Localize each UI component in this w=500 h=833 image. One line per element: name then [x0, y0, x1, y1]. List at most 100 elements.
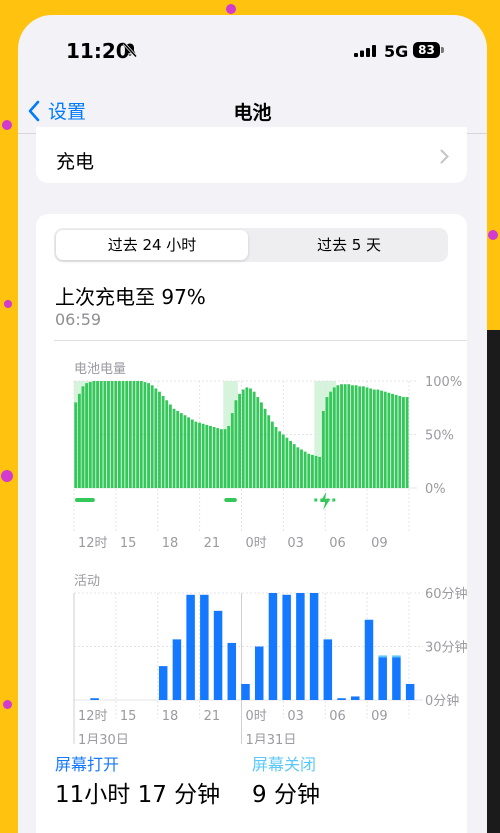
battery-level-bar	[249, 388, 252, 488]
battery-level-bar	[347, 384, 351, 488]
battery-level-bar	[380, 390, 384, 488]
screen-off-label: 屏幕关闭	[252, 755, 317, 774]
battery-x-tick-label: 06	[329, 536, 346, 551]
battery-level-bar	[143, 382, 147, 488]
battery-level-bar	[354, 385, 358, 488]
battery-level-bar	[321, 410, 325, 488]
battery-level-bar	[201, 423, 205, 488]
battery-level-bar	[289, 440, 292, 488]
battery-level-bar	[260, 402, 263, 488]
activity-y-tick-label: 0分钟	[425, 693, 459, 709]
activity-bar	[213, 610, 223, 700]
battery-level-bar	[318, 456, 322, 488]
battery-level-bar	[303, 451, 307, 488]
battery-level-bar	[310, 454, 314, 488]
battery-level-bar	[245, 387, 249, 488]
activity-x-tick-label: 18	[162, 709, 179, 724]
phone-screen: 11:20 5G 83 设置 电池 充电 过去 24 小时 过去 5 天 上次充…	[18, 15, 487, 833]
battery-level-bar	[136, 381, 140, 488]
activity-bar	[405, 683, 415, 700]
activity-bar	[241, 683, 250, 700]
battery-level-bar	[241, 389, 245, 488]
battery-x-tick-label: 12时	[78, 536, 108, 551]
battery-chart-title: 电池电量	[74, 362, 126, 377]
activity-bar	[227, 642, 237, 700]
background-dot	[3, 700, 12, 709]
activity-bar	[378, 657, 387, 700]
battery-level-bar	[74, 402, 78, 488]
battery-level-bar	[252, 391, 256, 488]
battery-level-bar	[205, 424, 209, 488]
activity-x-tick-label: 12时	[78, 709, 108, 724]
battery-level-bar	[405, 397, 409, 488]
activity-bar	[351, 696, 360, 700]
battery-x-tick-label: 0时	[246, 536, 267, 551]
battery-level-bar	[168, 404, 172, 488]
battery-level-bar	[161, 395, 165, 488]
battery-level-bar	[300, 449, 303, 488]
battery-x-tick-label: 21	[204, 536, 221, 551]
battery-x-tick-label: 18	[162, 536, 179, 551]
battery-level-bar	[336, 385, 340, 488]
battery-level-bar	[77, 393, 81, 488]
activity-bar	[186, 594, 195, 700]
activity-bar	[282, 594, 291, 700]
battery-x-tick-label: 09	[371, 536, 388, 551]
usage-charts: 电池电量 100% 50% 0% 12时 15 18 21 0时 03 06 09 活动 60分钟 30分钟…	[73, 362, 467, 744]
charging-row[interactable]: 充电	[36, 127, 467, 183]
battery-level-bar	[234, 400, 238, 488]
activity-chart-title: 活动	[74, 574, 100, 589]
activity-bar	[309, 593, 319, 700]
screen-on-label: 屏幕打开	[55, 755, 120, 774]
battery-y-tick-label: 0%	[425, 482, 446, 497]
battery-level-bar	[278, 431, 282, 488]
battery-x-tick-label: 03	[287, 536, 304, 551]
screen-on-duration: 11小时 17 分钟	[55, 782, 221, 808]
activity-bar	[392, 657, 401, 700]
battery-level-bar	[147, 383, 150, 488]
battery-level-bar	[332, 387, 336, 488]
battery-level-bar	[274, 427, 278, 488]
activity-bar	[172, 639, 182, 700]
activity-date-label: 1月31日	[246, 733, 297, 744]
battery-y-tick-label: 100%	[425, 375, 462, 390]
battery-level-bar	[369, 388, 373, 488]
battery-level-bar	[391, 393, 394, 488]
background-dark-edge	[486, 330, 500, 833]
battery-level-bar	[230, 413, 234, 488]
network-type: 5G	[384, 42, 409, 61]
battery-x-tick-label: 15	[120, 536, 137, 551]
battery-level-bar	[263, 408, 267, 488]
activity-bar	[323, 639, 333, 700]
status-time: 11:20	[66, 39, 130, 63]
screen-off-duration: 9 分钟	[252, 782, 320, 808]
activity-screen-off-bar	[392, 655, 401, 658]
battery-level-bar	[190, 419, 194, 488]
activity-bar	[296, 593, 305, 700]
bolt-icon	[320, 492, 331, 510]
battery-level-bar	[329, 391, 333, 488]
battery-level-bar	[187, 417, 191, 488]
activity-screen-off-bar	[378, 655, 387, 658]
background-dot	[226, 4, 236, 14]
battery-level-bar	[358, 386, 362, 488]
battery-level-bar	[394, 394, 398, 488]
battery-level-bar	[132, 381, 136, 488]
battery-level-bar	[150, 385, 154, 488]
battery-level-bar	[340, 384, 343, 488]
battery-level-bar	[165, 400, 169, 488]
battery-level-bar	[158, 391, 161, 488]
charging-label: 充电	[56, 151, 95, 173]
battery-usage-card: 过去 24 小时 过去 5 天 上次充电至 97% 06:59 电池电量 100%…	[36, 214, 467, 833]
activity-bar	[254, 646, 264, 700]
battery-level-bar	[372, 389, 376, 488]
battery-level-bar	[256, 397, 260, 488]
activity-bar	[364, 619, 374, 700]
battery-level-bar	[227, 425, 231, 488]
battery-level-bar	[292, 444, 296, 488]
battery-level-bar	[125, 381, 129, 488]
activity-x-tick-label: 21	[204, 709, 221, 724]
battery-level-bar	[107, 381, 110, 488]
battery-level-bar	[198, 422, 201, 488]
silent-bell-icon	[122, 42, 138, 58]
